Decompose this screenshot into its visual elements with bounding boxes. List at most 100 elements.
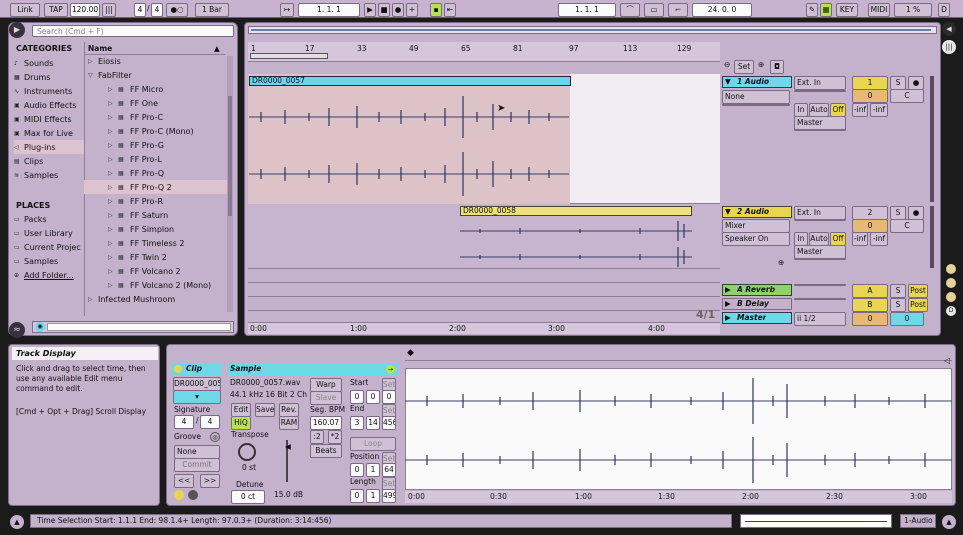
start-beat[interactable]: 0 <box>366 390 380 404</box>
half-button[interactable]: :2 <box>310 430 324 444</box>
start-marker-icon[interactable]: ◆ <box>407 348 414 358</box>
master-volume[interactable]: 0 <box>890 312 924 326</box>
play-icon[interactable]: ▶ <box>364 3 376 17</box>
clip-DR0000_0057[interactable]: DR0000_0057 <box>249 76 571 86</box>
tempo-field[interactable]: 120.00 <box>70 3 100 17</box>
clip-color-select[interactable]: ▾ <box>173 390 221 404</box>
add-folder[interactable]: ⊕ Add Folder... <box>14 268 84 282</box>
track1-name-field[interactable] <box>722 104 790 106</box>
draw-mode-icon[interactable]: ✎ <box>806 3 818 17</box>
list-item[interactable]: ▽ FabFilter <box>88 68 228 82</box>
list-item[interactable]: ▷ ▦ FF Volcano 2 (Mono) <box>88 278 228 292</box>
loop-length-field[interactable]: 24. 0. 0 <box>692 3 752 17</box>
double-button[interactable]: *2 <box>328 430 342 444</box>
clip-name-field[interactable]: DR0000_005 <box>173 377 221 391</box>
warp-mode-select[interactable]: Beats <box>310 444 342 458</box>
return-b-header[interactable]: ▶ B Delay <box>722 298 792 310</box>
place-samples[interactable]: ▭ Samples <box>14 254 84 268</box>
sample-time-ruler[interactable] <box>405 491 952 503</box>
return-a-header[interactable]: ▶ A Reverb <box>722 284 792 296</box>
slave-button[interactable]: Slave <box>310 391 342 405</box>
end-sixteenth[interactable]: 456 <box>382 416 396 430</box>
solo-button[interactable]: S <box>890 76 906 90</box>
category-midi-effects[interactable]: ▣ MIDI Effects <box>14 112 84 126</box>
loop-switch-icon[interactable]: ⌒ <box>620 3 640 17</box>
track2-header[interactable]: ▼ 2 Audio <box>722 206 792 218</box>
start-sixteenth[interactable]: 0 <box>382 390 396 404</box>
add-icon[interactable]: ⊕ <box>778 258 784 268</box>
play-icon[interactable]: ▶ <box>725 299 731 309</box>
nudge-left-icon[interactable]: << <box>174 474 194 488</box>
return-b-post[interactable]: Post <box>908 298 928 312</box>
category-instruments[interactable]: ∿ Instruments <box>14 84 84 98</box>
category-audio-effects[interactable]: ▣ Audio Effects <box>14 98 84 112</box>
category-plugins[interactable]: ◁ Plug-ins <box>14 140 84 154</box>
mixer-toggle-icon[interactable]: ||| <box>942 40 956 54</box>
nudge-right-icon[interactable]: >> <box>200 474 220 488</box>
input-select[interactable]: None <box>722 90 790 104</box>
ram-button[interactable]: RAM <box>279 416 299 430</box>
list-item[interactable]: ▷ ▦ FF Simplon <box>88 222 228 236</box>
io-icon[interactable]: D <box>946 306 956 316</box>
search-input[interactable]: Search (Cmd + F) <box>32 25 234 37</box>
next-locator-icon[interactable]: ⊕ <box>758 60 764 70</box>
list-item[interactable]: ▷ ▦ FF Pro-C (Mono) <box>88 124 228 138</box>
commit-button[interactable]: Commit <box>174 458 220 472</box>
detail-toggle-icon[interactable]: ▲ <box>942 515 956 529</box>
monitor-off-2[interactable]: Off <box>830 232 846 246</box>
record-icon[interactable]: ● <box>392 3 404 17</box>
groove-select[interactable]: None <box>174 445 220 459</box>
hot-swap-icon[interactable]: → <box>386 365 395 374</box>
list-item[interactable]: ▷ ▦ FF Pro-L <box>88 152 228 166</box>
category-samples[interactable]: ≋ Samples <box>14 168 84 182</box>
view-toggle-icon[interactable]: ◀ <box>942 22 956 36</box>
automation-arm-icon[interactable]: ▪ <box>430 3 442 17</box>
track-delay-icon[interactable] <box>946 264 956 274</box>
sample-box-header[interactable]: Sample → <box>228 364 398 375</box>
place-packs[interactable]: ▭ Packs <box>14 212 84 226</box>
list-item[interactable]: ▷ ▦ FF Saturn <box>88 208 228 222</box>
fold-icon[interactable]: ▼ <box>725 77 731 87</box>
output-channel[interactable] <box>794 129 846 131</box>
camera-icon[interactable]: ◘ <box>770 60 784 74</box>
start-bar[interactable]: 0 <box>350 390 364 404</box>
edit-button[interactable]: Edit <box>231 403 251 417</box>
return-a-post[interactable]: Post <box>908 284 928 298</box>
list-item[interactable]: ▷ ▦ FF Timeless 2 <box>88 236 228 250</box>
play-icon[interactable]: ▶ <box>725 285 731 295</box>
list-item-selected[interactable]: ▷ ▦ FF Pro-Q 2 <box>84 180 228 194</box>
list-item[interactable]: ▷ ▦ FF Pro-C <box>88 110 228 124</box>
sends-icon[interactable] <box>946 292 956 302</box>
output-select-2[interactable]: Master <box>794 245 846 259</box>
link-button[interactable]: Link <box>10 3 40 17</box>
monitor-in-2[interactable]: In <box>794 232 808 246</box>
end-beat[interactable]: 14 <box>366 416 380 430</box>
key-map-button[interactable]: KEY <box>836 3 858 17</box>
place-user-library[interactable]: ▭ User Library <box>14 226 84 240</box>
loop-button[interactable]: Loop <box>350 437 396 451</box>
info-toggle-icon[interactable]: ▲ <box>10 515 24 529</box>
clip-box-header[interactable]: Clip <box>172 364 222 375</box>
browser-toggle-icon[interactable]: ▶ <box>9 22 25 38</box>
play-icon[interactable]: ▶ <box>725 313 731 323</box>
list-item[interactable]: ▷ Eiosis <box>88 54 228 68</box>
punch-out-icon[interactable]: ⌐ <box>668 3 688 17</box>
list-item[interactable]: ▷ ▦ FF Volcano 2 <box>88 264 228 278</box>
return-b-send[interactable] <box>794 298 846 300</box>
output-channel-2[interactable] <box>794 258 846 260</box>
list-item[interactable]: ▷ ▦ FF Pro-R <box>88 194 228 208</box>
rev-button[interactable]: Rev. <box>279 403 299 417</box>
browser-scrollbar[interactable] <box>227 56 233 312</box>
position-beat[interactable]: 1 <box>366 463 380 477</box>
launch-icon[interactable] <box>174 490 184 500</box>
category-sounds[interactable]: ♪ Sounds <box>14 56 84 70</box>
track2-number[interactable]: 2 <box>852 206 888 220</box>
envelope-icon[interactable] <box>188 490 198 500</box>
computer-midi-icon[interactable]: ▦ <box>820 3 832 17</box>
pan-knob-2[interactable]: 0 <box>852 219 888 233</box>
prev-locator-icon[interactable]: ⊖ <box>724 60 730 70</box>
beat-ruler[interactable] <box>248 42 720 62</box>
sig-den-field[interactable]: 4 <box>151 3 163 17</box>
list-item[interactable]: ▷ Infected Mushroom <box>88 292 228 306</box>
stop-icon[interactable]: ■ <box>378 3 390 17</box>
